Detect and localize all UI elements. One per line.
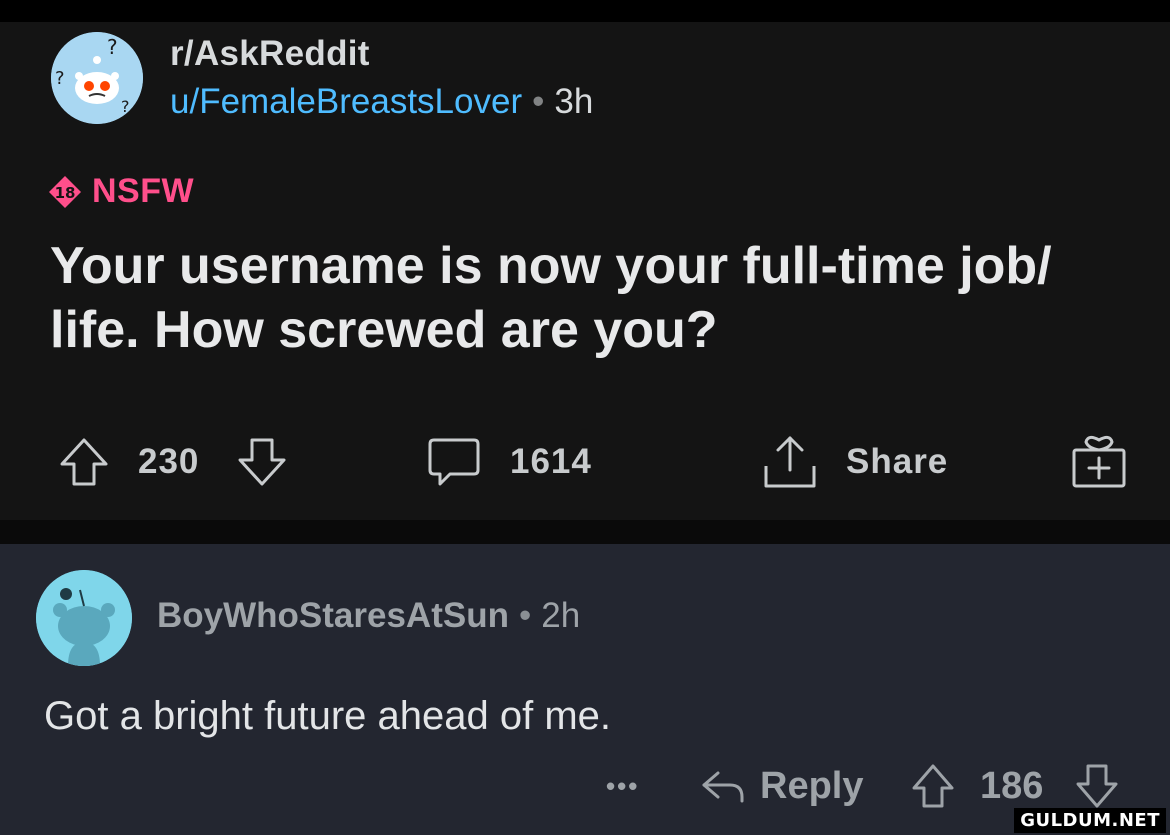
comment-action-bar: ••• Reply 186 bbox=[0, 756, 1170, 816]
award-icon bbox=[1072, 435, 1126, 488]
comments-button[interactable]: 1614 bbox=[424, 430, 592, 494]
snoo-avatar-icon bbox=[36, 570, 132, 666]
reply-icon bbox=[702, 771, 744, 803]
more-options-label: ••• bbox=[606, 770, 640, 801]
post-age: 3h bbox=[554, 82, 594, 121]
comment-avatar[interactable] bbox=[36, 570, 132, 666]
post-meta: u/FemaleBreastsLover • 3h bbox=[170, 82, 593, 122]
nsfw-label: NSFW bbox=[92, 172, 195, 210]
comment-meta-separator: • bbox=[518, 596, 532, 635]
reply-button[interactable]: Reply bbox=[700, 756, 863, 816]
watermark: GULDUM.NET bbox=[1014, 808, 1166, 833]
post-title[interactable]: Your username is now your full-time job/… bbox=[50, 234, 1140, 362]
svg-text:?: ? bbox=[55, 68, 65, 89]
comment-downvote-button[interactable] bbox=[1074, 756, 1120, 816]
share-label: Share bbox=[846, 442, 949, 481]
award-button[interactable] bbox=[1068, 430, 1128, 494]
comment-author[interactable]: BoyWhoStaresAtSun bbox=[157, 596, 509, 635]
comment-count: 1614 bbox=[510, 442, 592, 481]
nsfw-flair: 18 NSFW bbox=[48, 172, 194, 211]
downvote-icon bbox=[1076, 764, 1118, 808]
svg-text:?: ? bbox=[107, 35, 118, 59]
snoo-question-avatar-icon: ? ? ? bbox=[51, 32, 143, 124]
upvote-button[interactable] bbox=[56, 430, 112, 494]
nsfw-badge-text: 18 bbox=[55, 184, 76, 202]
meta-separator: • bbox=[532, 82, 545, 121]
share-button[interactable]: Share bbox=[760, 430, 948, 494]
comment-score-text: 186 bbox=[980, 764, 1044, 807]
upvote-icon bbox=[60, 438, 108, 486]
reply-label: Reply bbox=[760, 764, 864, 807]
more-options-button[interactable]: ••• bbox=[606, 756, 639, 816]
comment-body: Got a bright future ahead of me. bbox=[44, 694, 612, 738]
downvote-icon bbox=[238, 438, 286, 486]
subreddit-avatar[interactable]: ? ? ? bbox=[51, 32, 143, 124]
downvote-button[interactable] bbox=[234, 430, 290, 494]
comment-upvote-button[interactable] bbox=[910, 756, 956, 816]
post-action-bar: 230 1614 Share bbox=[0, 430, 1170, 494]
top-bar bbox=[0, 0, 1170, 22]
nsfw-18-icon: 18 bbox=[49, 175, 81, 208]
post-author-link[interactable]: u/FemaleBreastsLover bbox=[170, 82, 522, 121]
post-score-text: 230 bbox=[138, 442, 200, 481]
upvote-icon bbox=[912, 764, 954, 808]
comment-age: 2h bbox=[541, 596, 581, 635]
comment-score: 186 bbox=[980, 756, 1043, 816]
section-divider bbox=[0, 520, 1170, 544]
share-icon bbox=[764, 436, 816, 488]
comment-meta: BoyWhoStaresAtSun • 2h bbox=[157, 596, 580, 636]
comment-icon bbox=[428, 438, 480, 486]
subreddit-name[interactable]: r/AskReddit bbox=[170, 34, 370, 74]
post-score: 230 bbox=[138, 430, 199, 494]
